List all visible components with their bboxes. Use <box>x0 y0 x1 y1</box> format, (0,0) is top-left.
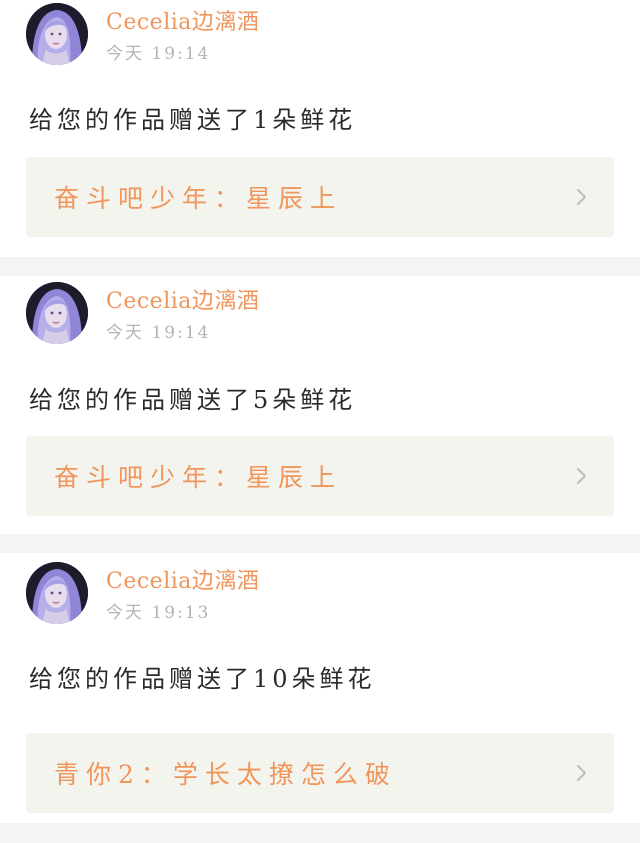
username[interactable]: Cecelia边漓酒 <box>106 9 259 37</box>
user-avatar[interactable] <box>26 3 88 65</box>
user-row: Cecelia边漓酒 今天 19:14 <box>26 2 259 72</box>
user-avatar[interactable] <box>26 282 88 344</box>
username[interactable]: Cecelia边漓酒 <box>106 288 259 316</box>
user-meta: Cecelia边漓酒 今天 19:13 <box>106 561 259 626</box>
user-row: Cecelia边漓酒 今天 19:14 <box>26 281 259 351</box>
notification-card: Cecelia边漓酒 今天 19:14 给您的作品赠送了1朵鲜花 奋斗吧少年：星… <box>0 0 640 257</box>
divider <box>0 534 640 553</box>
notification-message: 给您的作品赠送了1朵鲜花 <box>29 106 357 134</box>
username[interactable]: Cecelia边漓酒 <box>106 568 259 596</box>
work-title: 奋斗吧少年：星辰上 <box>54 463 343 492</box>
timestamp: 今天 19:14 <box>106 44 211 64</box>
user-avatar[interactable] <box>26 562 88 624</box>
notification-card: Cecelia边漓酒 今天 19:14 给您的作品赠送了5朵鲜花 奋斗吧少年：星… <box>0 276 640 534</box>
notification-feed: Cecelia边漓酒 今天 19:14 给您的作品赠送了1朵鲜花 奋斗吧少年：星… <box>0 0 640 823</box>
chevron-right-icon <box>574 468 590 484</box>
chevron-right-icon <box>574 765 590 781</box>
avatar-image <box>26 562 88 624</box>
divider <box>0 257 640 276</box>
notification-card: Cecelia边漓酒 今天 19:13 给您的作品赠送了10朵鲜花 青你2：学长… <box>0 553 640 823</box>
work-title: 青你2：学长太撩怎么破 <box>54 760 397 789</box>
work-link[interactable]: 奋斗吧少年：星辰上 <box>26 436 614 516</box>
user-meta: Cecelia边漓酒 今天 19:14 <box>106 281 259 346</box>
work-link[interactable]: 奋斗吧少年：星辰上 <box>26 157 614 237</box>
avatar-image <box>26 3 88 65</box>
chevron-right-icon <box>574 189 590 205</box>
notification-message: 给您的作品赠送了10朵鲜花 <box>29 665 376 693</box>
timestamp: 今天 19:14 <box>106 323 211 343</box>
user-meta: Cecelia边漓酒 今天 19:14 <box>106 2 259 67</box>
user-row: Cecelia边漓酒 今天 19:13 <box>26 561 259 631</box>
notification-message: 给您的作品赠送了5朵鲜花 <box>29 386 357 414</box>
work-link[interactable]: 青你2：学长太撩怎么破 <box>26 733 614 813</box>
avatar-image <box>26 282 88 344</box>
timestamp: 今天 19:13 <box>106 603 211 623</box>
work-title: 奋斗吧少年：星辰上 <box>54 184 343 213</box>
